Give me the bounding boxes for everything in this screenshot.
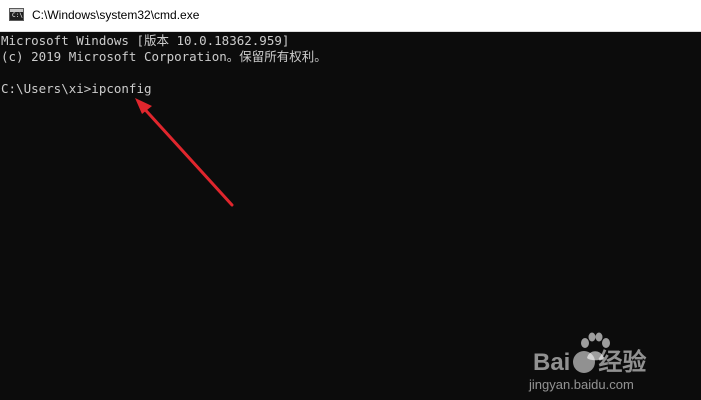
watermark-du-icon: [573, 351, 596, 373]
window-title: C:\Windows\system32\cmd.exe: [32, 8, 200, 22]
console-line-copyright: (c) 2019 Microsoft Corporation。保留所有权利。: [1, 49, 327, 64]
console-line-version: Microsoft Windows [版本 10.0.18362.959]: [1, 33, 290, 48]
watermark-brand: Bai 经验: [533, 350, 646, 376]
watermark-brand-right: 经验: [598, 349, 647, 376]
console-line-command: C:\Users\xi>ipconfig: [1, 81, 152, 96]
cmd-console-icon[interactable]: C:\: [9, 8, 24, 21]
title-bar[interactable]: C:\ C:\Windows\system32\cmd.exe: [0, 0, 701, 32]
watermark-brand-left: Bai: [533, 349, 571, 376]
icon-prompt-text: C:\: [12, 12, 23, 19]
cmd-window: C:\ C:\Windows\system32\cmd.exe Microsof…: [0, 0, 701, 400]
watermark-site: jingyan.baidu.com: [529, 377, 634, 392]
baidu-jingyan-watermark: Bai 经验 jingyan.baidu.com: [529, 332, 663, 392]
